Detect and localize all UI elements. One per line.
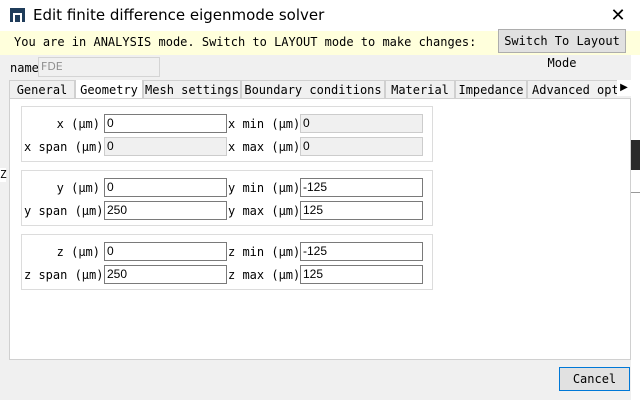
z-span-field[interactable]: 250 bbox=[104, 265, 227, 284]
cancel-button[interactable]: Cancel bbox=[559, 367, 630, 391]
x-center-label: x (μm) bbox=[56, 117, 100, 131]
tab-bar: General Geometry Mesh settings Boundary … bbox=[9, 80, 631, 99]
y-min-field[interactable]: -125 bbox=[300, 178, 423, 197]
tab-boundary-conditions[interactable]: Boundary conditions bbox=[241, 80, 385, 99]
x-max-label: x max (μm) bbox=[228, 140, 301, 154]
z-span-label: z span (μm) bbox=[24, 268, 104, 282]
y-span-label: y span (μm) bbox=[24, 204, 104, 218]
y-span-field[interactable]: 250 bbox=[104, 201, 227, 220]
x-span-field: 0 bbox=[104, 137, 227, 156]
z-center-field[interactable]: 0 bbox=[104, 242, 227, 261]
tab-impedance[interactable]: Impedance bbox=[455, 80, 527, 99]
background-app-fragment: Z bbox=[0, 168, 7, 182]
name-field[interactable]: FDE bbox=[38, 57, 160, 77]
background-app-panel bbox=[631, 192, 640, 211]
y-max-field[interactable]: 125 bbox=[300, 201, 423, 220]
x-min-label: x min (μm) bbox=[228, 117, 301, 131]
x-span-label: x span (μm) bbox=[24, 140, 104, 154]
background-app-strip bbox=[631, 31, 640, 400]
banner-text: You are in ANALYSIS mode. Switch to LAYO… bbox=[14, 35, 477, 49]
z-min-field[interactable]: -125 bbox=[300, 242, 423, 261]
y-max-label: y max (μm) bbox=[228, 204, 301, 218]
tab-geometry[interactable]: Geometry bbox=[75, 80, 143, 99]
window-title: Edit finite difference eigenmode solver bbox=[33, 6, 325, 24]
title-bar: Edit finite difference eigenmode solver … bbox=[0, 0, 640, 31]
y-center-field[interactable]: 0 bbox=[104, 178, 227, 197]
tab-general[interactable]: General bbox=[9, 80, 75, 99]
tab-mesh-settings[interactable]: Mesh settings bbox=[143, 80, 241, 99]
switch-to-layout-button[interactable]: Switch To Layout Mode bbox=[498, 29, 626, 70]
y-min-label: y min (μm) bbox=[228, 181, 301, 195]
y-center-label: y (μm) bbox=[56, 181, 100, 195]
z-center-label: z (μm) bbox=[56, 245, 100, 259]
tab-material[interactable]: Material bbox=[385, 80, 455, 99]
background-app-dark-panel bbox=[631, 140, 640, 170]
z-max-field[interactable]: 125 bbox=[300, 265, 423, 284]
close-icon[interactable]: ✕ bbox=[596, 0, 640, 31]
z-max-label: z max (μm) bbox=[228, 268, 301, 282]
tab-advanced-options[interactable]: Advanced options bbox=[527, 80, 631, 99]
app-logo-icon bbox=[10, 8, 25, 22]
z-min-label: z min (μm) bbox=[228, 245, 301, 259]
x-max-field: 0 bbox=[300, 137, 423, 156]
x-min-field: 0 bbox=[300, 114, 423, 133]
name-label: name bbox=[10, 61, 39, 75]
x-center-field[interactable]: 0 bbox=[104, 114, 227, 133]
tab-scroll-right-icon[interactable]: ▶ bbox=[617, 80, 631, 96]
